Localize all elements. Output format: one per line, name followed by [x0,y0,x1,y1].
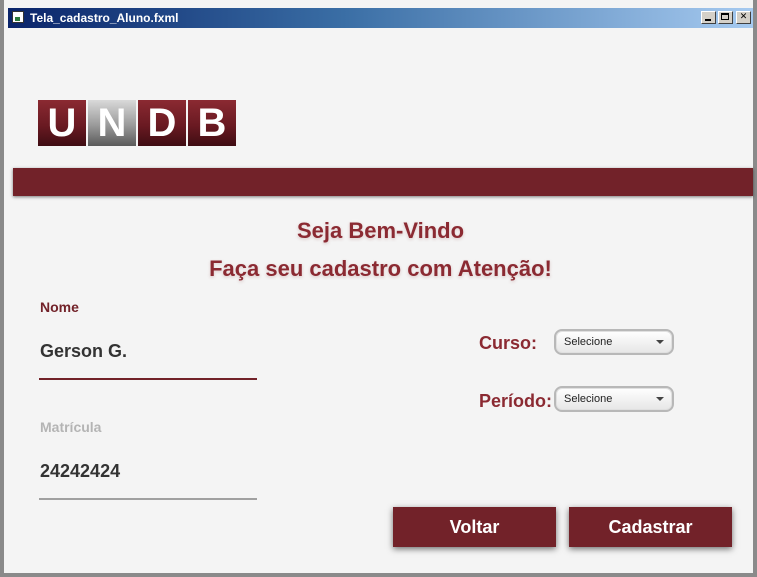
maximize-button[interactable] [718,11,733,24]
logo-letter-n: N [88,100,136,146]
undb-logo: U N D B [38,100,236,146]
minimize-button[interactable] [701,11,716,24]
window-icon [12,11,24,23]
periodo-selected-value: Selecione [564,393,613,405]
curso-selected-value: Selecione [564,336,613,348]
matricula-label: Matrícula [40,419,102,435]
curso-select[interactable]: Selecione [554,329,674,355]
nome-label: Nome [40,299,79,315]
cadastrar-button[interactable]: Cadastrar [569,507,732,547]
app-window: Tela_cadastro_Aluno.fxml ✕ U N D B Seja … [0,0,757,577]
matricula-underline [39,498,257,500]
logo-letter-u: U [38,100,86,146]
nome-input[interactable]: Gerson G. [40,341,127,362]
logo-letter-b: B [188,100,236,146]
window-title: Tela_cadastro_Aluno.fxml [30,11,179,25]
instruction-heading: Faça seu cadastro com Atenção! [209,256,552,281]
matricula-input[interactable]: 24242424 [40,461,120,482]
chevron-down-icon [656,340,664,344]
curso-label: Curso: [479,333,537,353]
logo-letter-d: D [138,100,186,146]
welcome-heading: Seja Bem-Vindo [296,218,465,243]
voltar-button[interactable]: Voltar [393,507,556,547]
periodo-select[interactable]: Selecione [554,386,674,412]
title-bar[interactable]: Tela_cadastro_Aluno.fxml ✕ [8,8,753,28]
header-band [13,168,753,196]
close-button[interactable]: ✕ [736,11,751,24]
periodo-label: Período: [479,391,553,411]
chevron-down-icon [656,397,664,401]
nome-underline [39,378,257,380]
form-content: U N D B Seja Bem-Vindo Faça seu cadastro… [8,28,753,569]
